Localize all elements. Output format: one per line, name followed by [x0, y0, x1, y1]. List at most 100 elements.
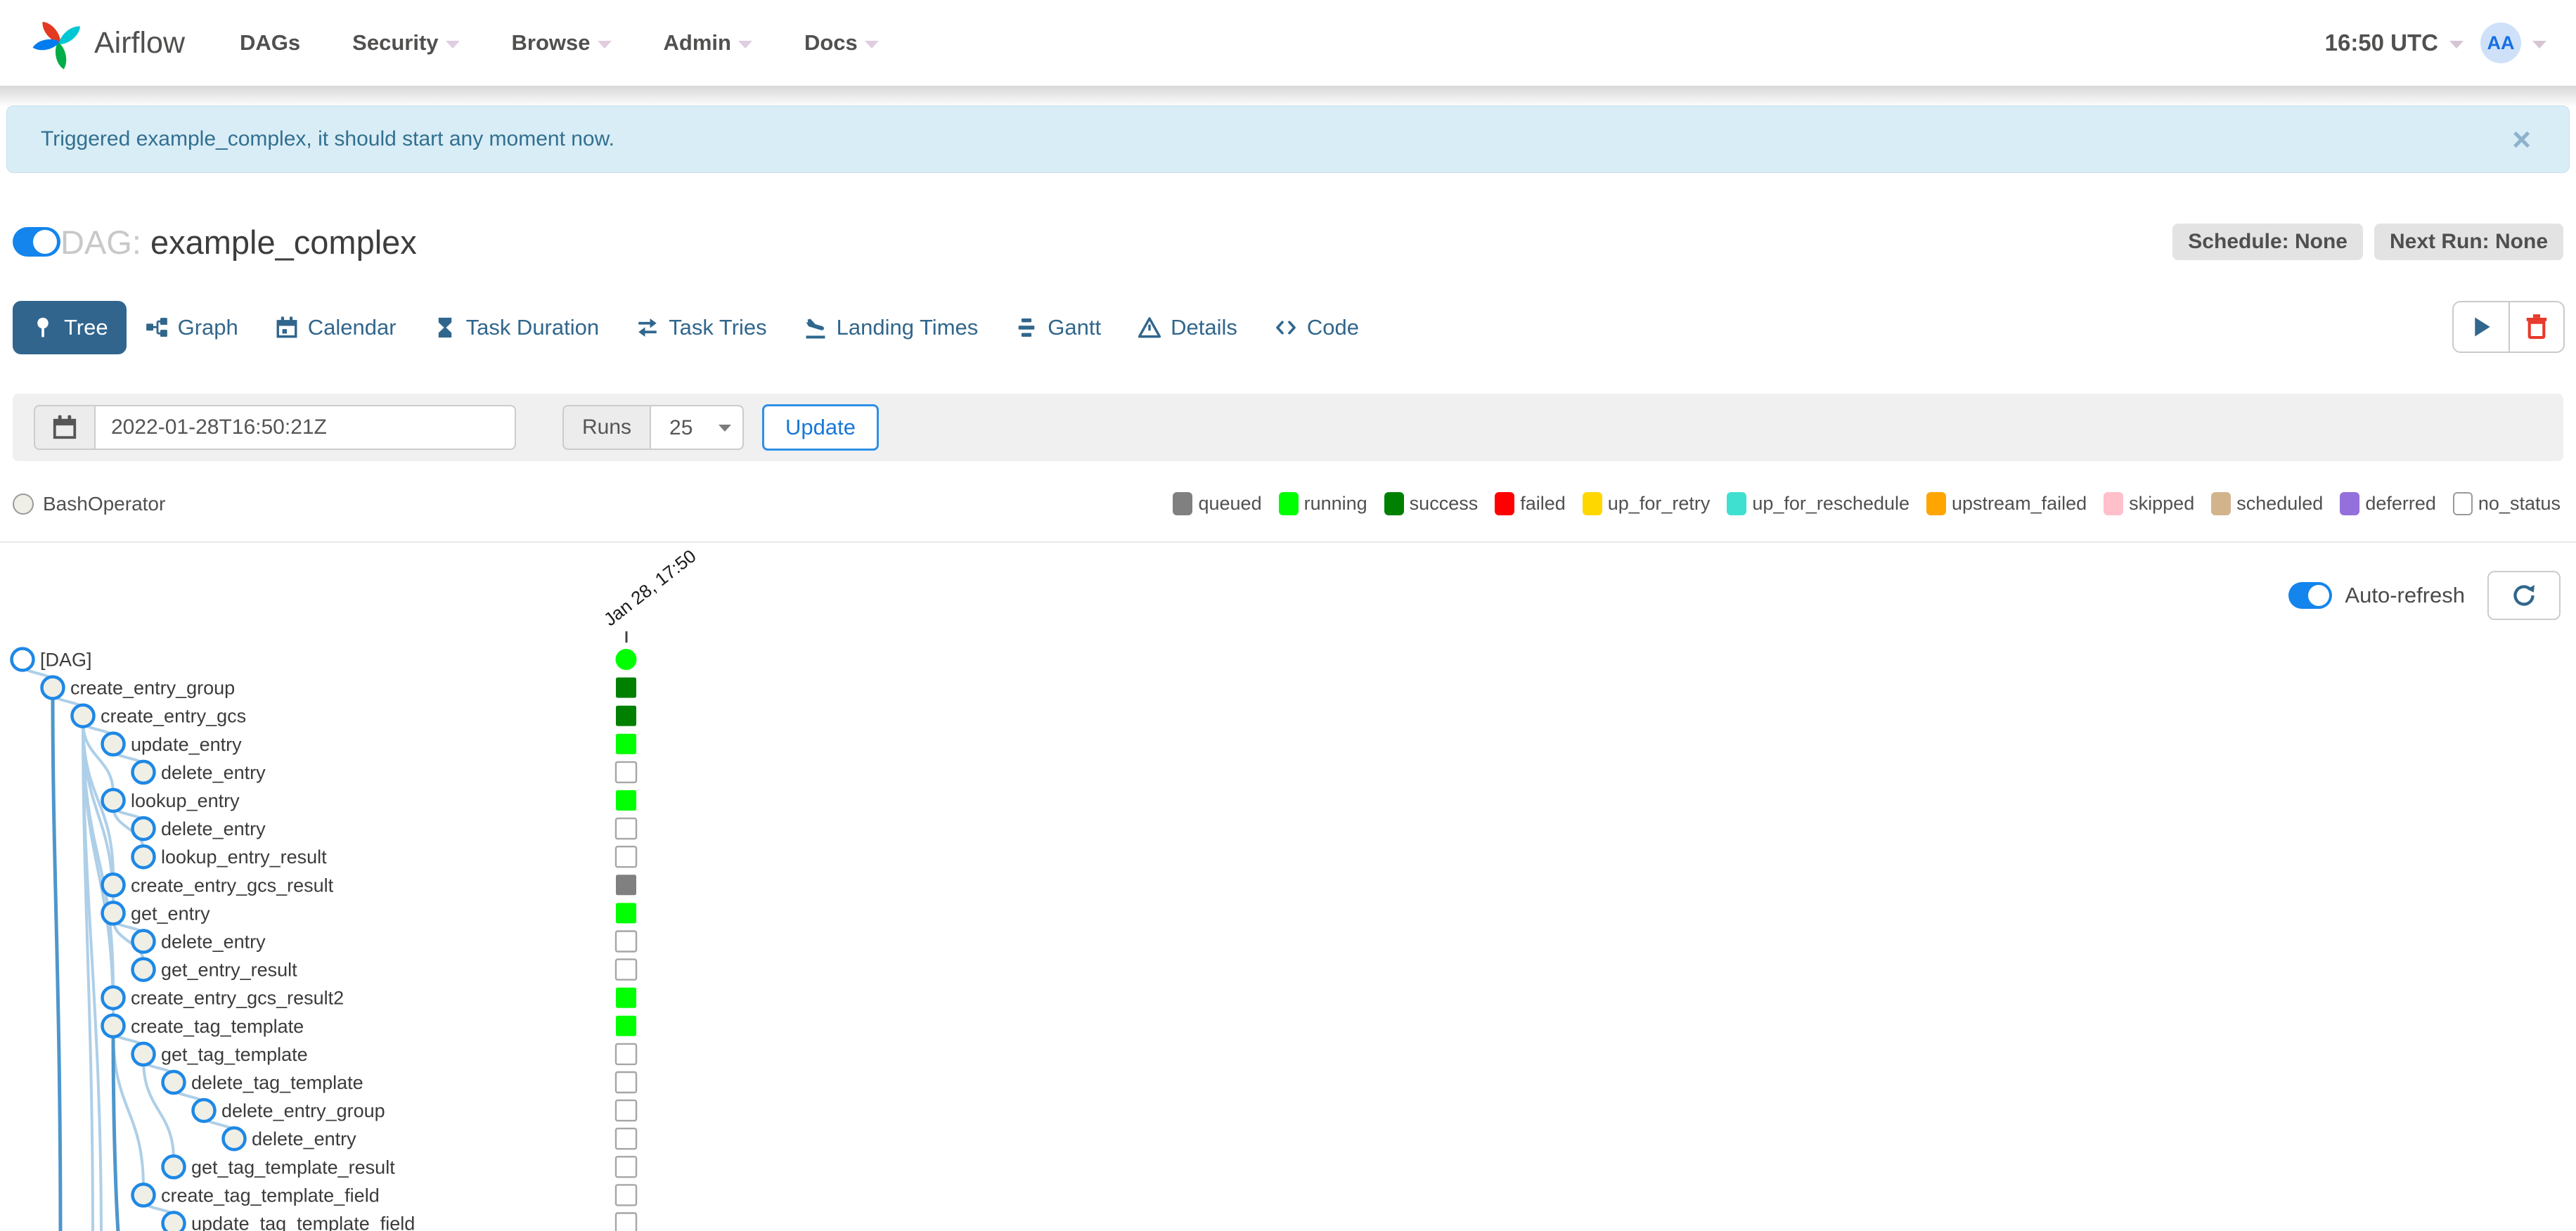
task-node-circle[interactable] — [161, 1211, 186, 1231]
legend-item-scheduled: scheduled — [2211, 492, 2323, 515]
task-instance-status[interactable] — [616, 733, 636, 754]
task-instance-status[interactable] — [616, 677, 636, 698]
task-instance-status[interactable] — [614, 930, 638, 953]
task-instance-status[interactable] — [616, 705, 636, 726]
run-date-header: Jan 28, 17:50 — [599, 545, 700, 631]
trigger-dag-button[interactable] — [2454, 302, 2509, 352]
task-instance-status[interactable] — [616, 1015, 636, 1036]
task-name[interactable]: create_tag_template_field — [161, 1185, 380, 1206]
delete-dag-button[interactable] — [2509, 302, 2563, 352]
task-instance-status[interactable] — [616, 875, 636, 896]
task-name[interactable]: create_entry_gcs_result2 — [131, 988, 344, 1009]
task-node-circle[interactable] — [101, 1013, 126, 1039]
task-name[interactable]: [DAG] — [40, 649, 92, 670]
task-instance-status[interactable] — [616, 987, 636, 1008]
task-name[interactable]: delete_entry — [161, 762, 266, 783]
task-node-circle[interactable] — [40, 675, 65, 700]
user-menu[interactable]: AA — [2480, 22, 2546, 63]
tab-task-duration[interactable]: Task Duration — [415, 301, 618, 354]
task-name[interactable]: delete_entry — [161, 931, 266, 952]
task-node-circle[interactable] — [191, 1097, 217, 1123]
tab-calendar[interactable]: Calendar — [257, 301, 415, 354]
task-name[interactable]: update_tag_template_field — [191, 1213, 415, 1231]
autorefresh-toggle[interactable] — [2288, 582, 2333, 609]
task-name[interactable]: delete_entry — [161, 818, 266, 839]
tab-graph[interactable]: Graph — [127, 301, 257, 354]
task-name[interactable]: create_entry_group — [70, 678, 235, 699]
task-node-circle[interactable] — [101, 872, 126, 898]
task-name[interactable]: delete_entry_group — [221, 1100, 385, 1121]
task-name[interactable]: delete_tag_template — [191, 1072, 363, 1093]
task-instance-status[interactable] — [614, 1071, 638, 1094]
tab-tree[interactable]: Tree — [13, 301, 127, 354]
task-name[interactable]: get_tag_template — [161, 1044, 308, 1065]
code-brackets-icon — [1276, 321, 1296, 335]
task-node-circle[interactable] — [131, 759, 156, 785]
clock-dropdown[interactable]: 16:50 UTC — [2325, 30, 2464, 56]
tab-gantt[interactable]: Gantt — [996, 301, 1119, 354]
legend-item-up-for-reschedule: up_for_reschedule — [1727, 492, 1910, 515]
dag-badges: Schedule: None Next Run: None — [2172, 224, 2563, 260]
task-name[interactable]: get_entry — [131, 903, 210, 924]
task-node-circle[interactable] — [131, 957, 156, 982]
task-node-circle[interactable] — [131, 844, 156, 870]
task-instance-status[interactable] — [614, 761, 638, 784]
navbar-shadow-band — [0, 86, 2576, 105]
task-node-circle[interactable] — [101, 985, 126, 1010]
tab-code[interactable]: Code — [1256, 301, 1377, 354]
task-node-circle[interactable] — [131, 816, 156, 842]
task-name[interactable]: delete_entry — [252, 1128, 356, 1149]
tab-task-tries[interactable]: Task Tries — [617, 301, 785, 354]
task-node-circle[interactable] — [131, 1182, 156, 1208]
airflow-pinwheel-logo — [32, 21, 81, 70]
task-instance-status[interactable] — [616, 903, 636, 924]
tab-landing-times[interactable]: Landing Times — [785, 301, 997, 354]
task-name[interactable]: create_entry_gcs — [101, 706, 246, 727]
task-node-circle[interactable] — [161, 1154, 186, 1180]
status-swatch — [1384, 492, 1404, 515]
airflow-brand[interactable]: Airflow — [30, 13, 185, 72]
num-runs-select[interactable]: 25 — [650, 405, 745, 450]
task-instance-status[interactable] — [614, 1184, 638, 1206]
base-date-input[interactable] — [94, 405, 516, 450]
task-instance-status[interactable] — [614, 1043, 638, 1066]
task-instance-status[interactable] — [614, 958, 638, 981]
nav-item-docs[interactable]: Docs — [804, 30, 879, 56]
task-instance-status[interactable] — [614, 845, 638, 868]
task-node-circle[interactable] — [10, 647, 35, 672]
task-node-circle[interactable] — [101, 901, 126, 926]
task-instance-status[interactable] — [614, 1156, 638, 1178]
task-node-circle[interactable] — [101, 787, 126, 813]
task-name[interactable]: lookup_entry_result — [161, 846, 327, 868]
task-node-circle[interactable] — [101, 731, 126, 757]
nav-item-security[interactable]: Security — [352, 30, 460, 56]
task-instance-status[interactable] — [614, 817, 638, 840]
nav-item-dags[interactable]: DAGs — [240, 30, 300, 56]
refresh-button[interactable] — [2487, 571, 2561, 620]
task-name[interactable]: create_entry_gcs_result — [131, 875, 334, 896]
dag-pause-toggle[interactable] — [13, 227, 60, 257]
task-node-circle[interactable] — [161, 1069, 186, 1095]
clock-label: 16:50 UTC — [2324, 30, 2438, 56]
task-node-circle[interactable] — [221, 1126, 247, 1152]
task-node-circle[interactable] — [131, 929, 156, 954]
task-instance-status[interactable] — [616, 790, 636, 811]
update-button[interactable]: Update — [762, 404, 880, 451]
task-instance-status[interactable] — [614, 1099, 638, 1122]
task-instance-status[interactable] — [614, 1127, 638, 1150]
close-icon[interactable]: × — [2508, 122, 2535, 156]
task-name[interactable]: update_entry — [131, 734, 242, 755]
task-instance-status[interactable] — [614, 1212, 638, 1231]
task-node-circle[interactable] — [131, 1041, 156, 1067]
dag-run-status-circle[interactable] — [615, 649, 637, 670]
task-name[interactable]: get_entry_result — [161, 960, 297, 981]
task-node-circle[interactable] — [70, 703, 96, 728]
task-name[interactable]: create_tag_template — [131, 1016, 304, 1037]
nav-item-admin[interactable]: Admin — [664, 30, 752, 56]
legend-item-deferred: deferred — [2340, 492, 2436, 515]
task-name[interactable]: get_tag_template_result — [191, 1156, 395, 1178]
tab-details[interactable]: Details — [1119, 301, 1256, 354]
nav-item-browse[interactable]: Browse — [512, 30, 612, 56]
task-name[interactable]: lookup_entry — [131, 790, 240, 811]
status-swatch — [1727, 492, 1747, 515]
